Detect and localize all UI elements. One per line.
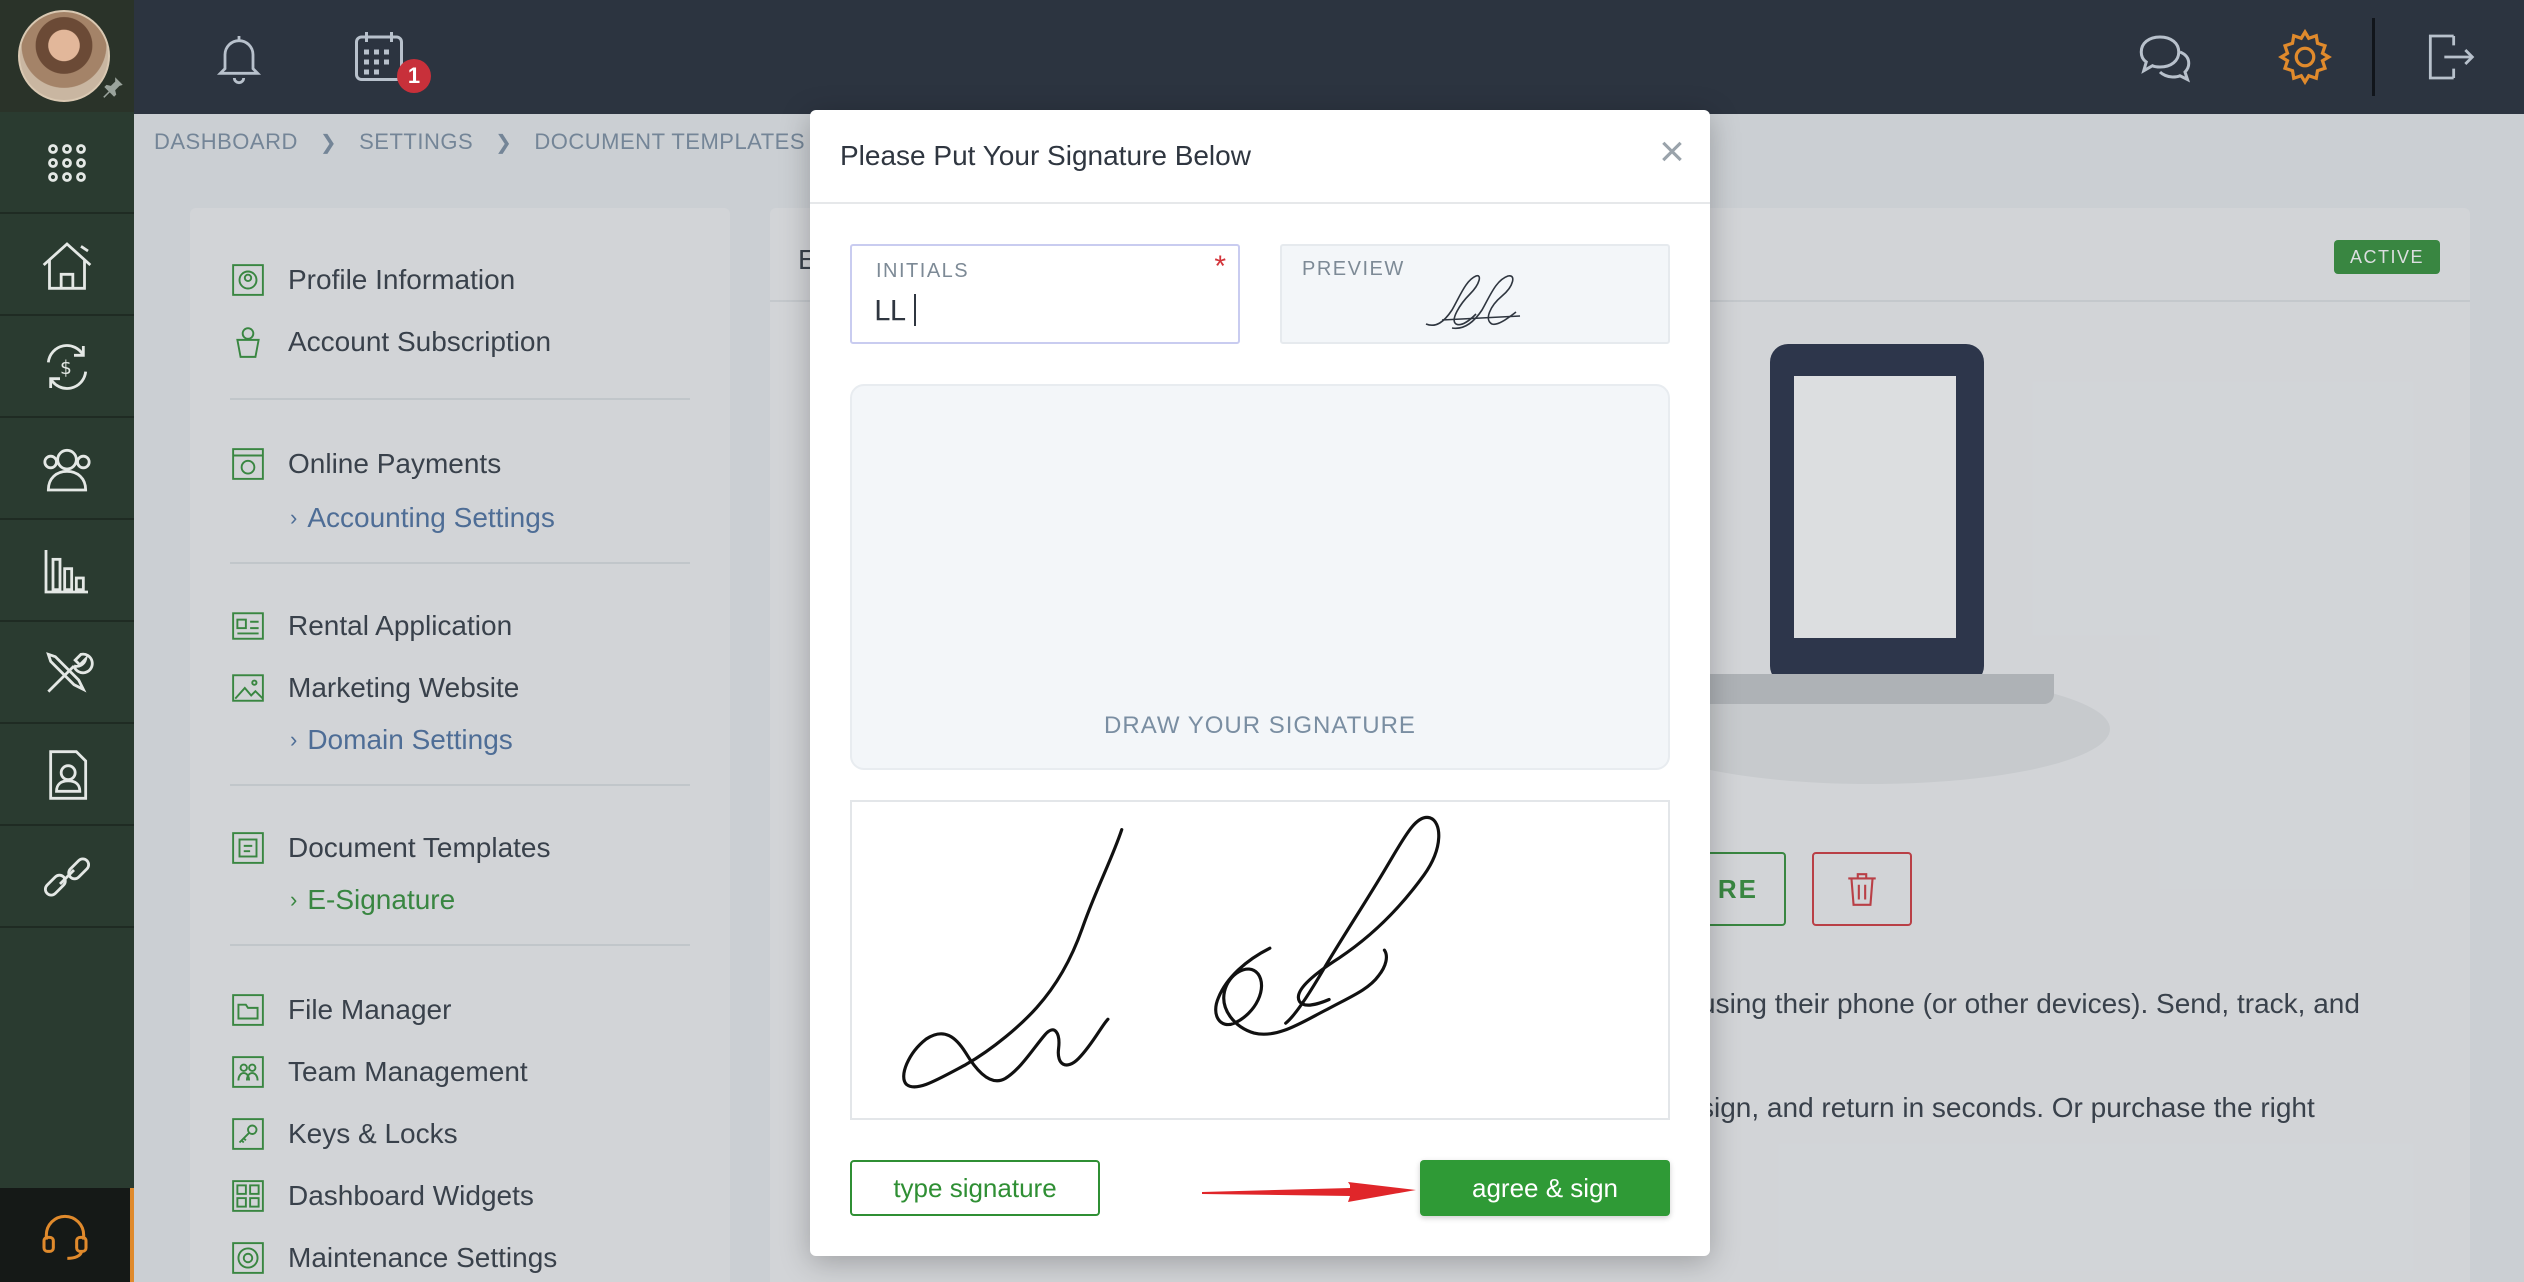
tenant-icon[interactable] [0,726,134,826]
support-headset-icon[interactable] [0,1188,134,1282]
avatar[interactable] [18,10,110,102]
svg-text:$: $ [60,358,72,379]
maintenance-icon[interactable] [0,624,134,724]
pin-icon[interactable] [100,74,126,100]
signature-draw-pad[interactable]: DRAW YOUR SIGNATURE [850,384,1670,770]
logout-icon[interactable] [2414,22,2484,92]
modal-divider [810,202,1710,204]
signature-modal: Please Put Your Signature Below × INITIA… [810,110,1710,1256]
preview-label: PREVIEW [1302,258,1405,280]
text-caret [914,294,916,326]
properties-icon[interactable] [0,216,134,316]
draw-signature-hint: DRAW YOUR SIGNATURE [1104,712,1416,739]
calendar-badge: 1 [397,59,431,93]
link-icon[interactable] [0,828,134,928]
type-signature-button[interactable]: type signature [850,1160,1100,1216]
drawn-signature [902,815,1441,1089]
initials-preview-script [1425,274,1521,330]
left-rail: $ [0,0,134,1282]
people-icon[interactable] [0,420,134,520]
close-icon[interactable]: × [1652,130,1692,174]
reports-icon[interactable] [0,522,134,622]
gear-icon[interactable] [2270,22,2340,92]
signature-canvas[interactable] [850,800,1670,1120]
topbar-divider [2372,18,2375,96]
modal-title: Please Put Your Signature Below [840,140,1251,171]
required-indicator: * [1214,250,1226,283]
chat-icon[interactable] [2130,22,2200,92]
initials-field[interactable]: INITIALS * [850,244,1240,344]
apps-grid-icon[interactable] [0,114,134,214]
arrow-icon [1202,1182,1416,1202]
payments-icon[interactable]: $ [0,318,134,418]
avatar-cell[interactable] [0,0,134,112]
bell-icon[interactable] [204,22,274,92]
initials-preview: PREVIEW [1280,244,1670,344]
initials-input[interactable] [874,290,1194,330]
top-bar: 1 [134,0,2524,114]
agree-and-sign-button[interactable]: agree & sign [1420,1160,1670,1216]
initials-label: INITIALS [876,260,970,282]
